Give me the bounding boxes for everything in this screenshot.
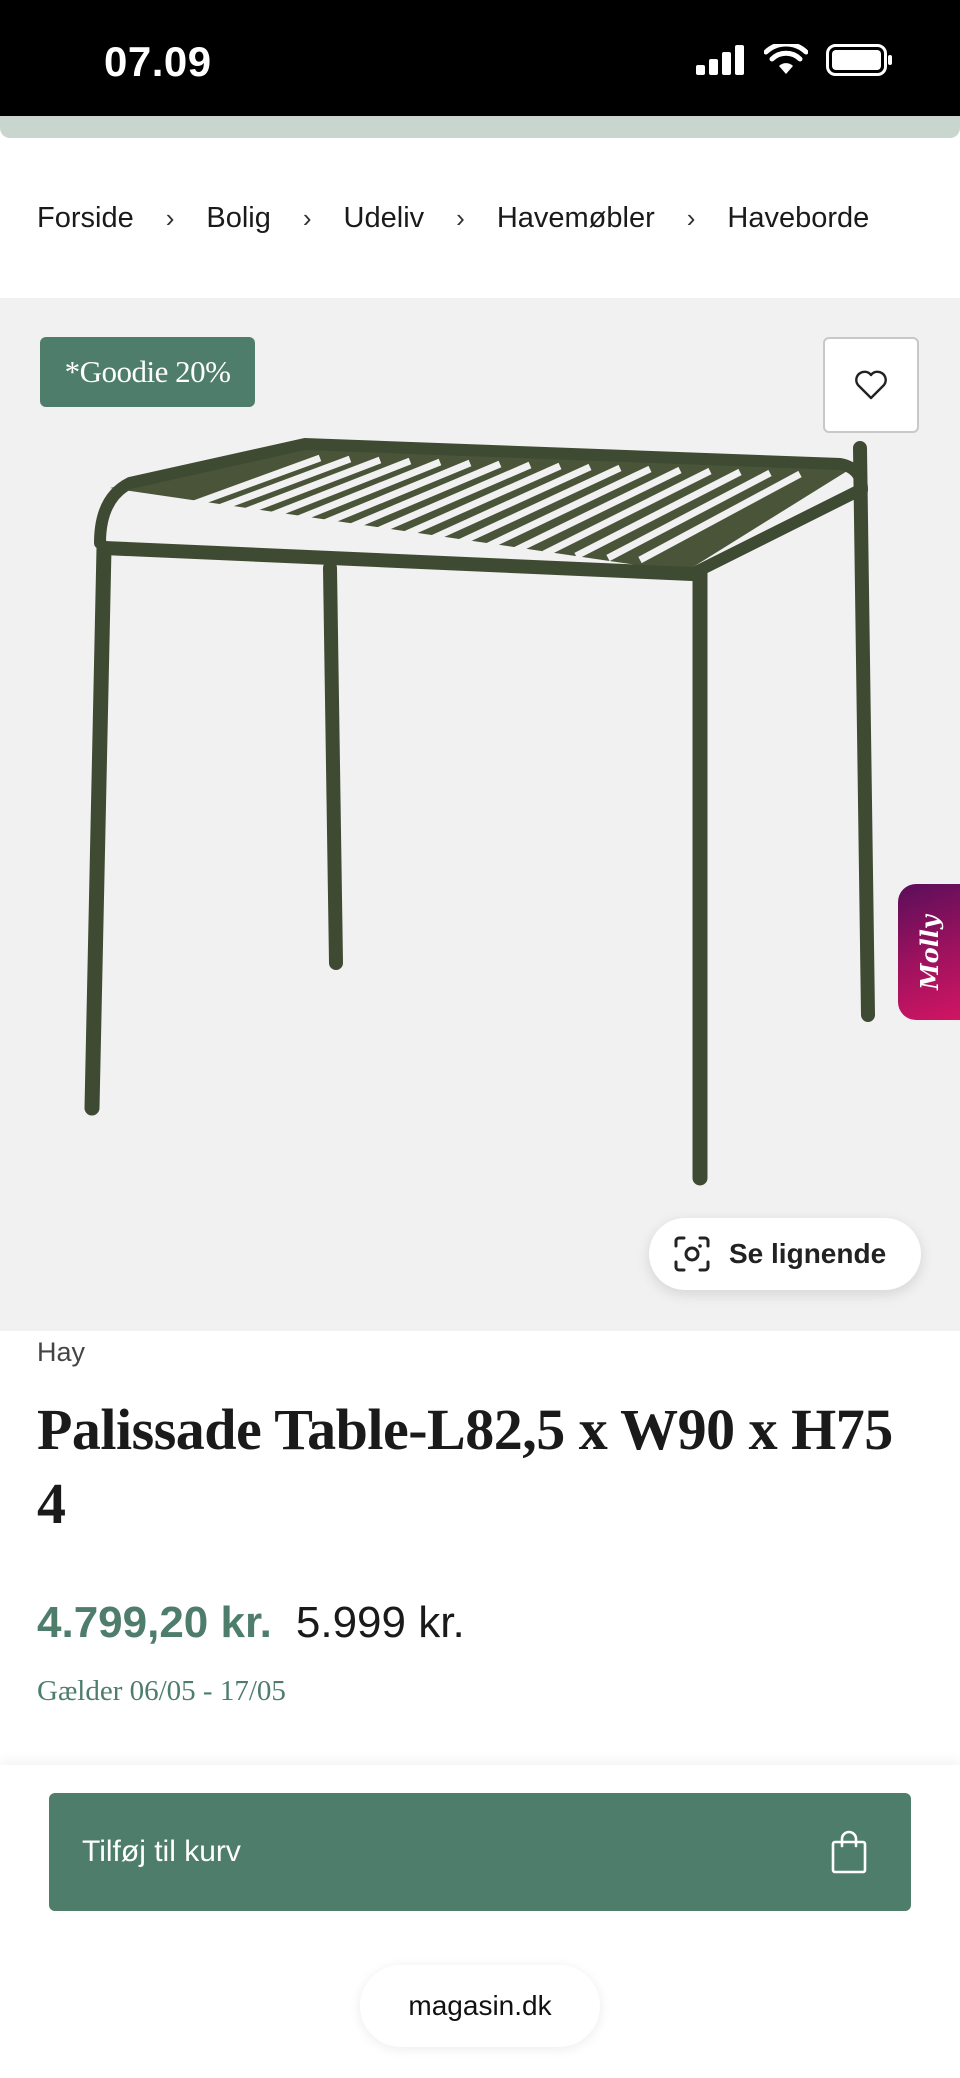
heart-icon [855, 370, 887, 400]
visual-search-icon [674, 1236, 710, 1272]
product-image-gallery[interactable]: *Goodie 20% Molly Se lignende [0, 298, 960, 1331]
bottom-bar: Tilføj til kurv magasin.dk [0, 1765, 960, 2078]
breadcrumb-separator: › [302, 202, 312, 233]
product-image [84, 437, 875, 1186]
breadcrumb-item-havemobler[interactable]: Havemøbler [497, 202, 655, 235]
battery-icon [826, 44, 892, 76]
breadcrumb-item-udeliv[interactable]: Udeliv [344, 202, 425, 235]
add-to-cart-button[interactable]: Tilføj til kurv [49, 1793, 911, 1911]
original-price: 5.999 kr. [295, 1598, 465, 1647]
see-similar-label: Se lignende [729, 1238, 887, 1269]
sale-price: 4.799,20 kr. [37, 1598, 272, 1647]
status-icons [696, 44, 894, 76]
product-brand[interactable]: Hay [37, 1337, 85, 1368]
shopping-bag-icon [831, 1830, 867, 1874]
signal-icon [696, 45, 744, 75]
breadcrumb-separator: › [165, 202, 175, 233]
product-title-line-2: 4 [37, 1471, 66, 1536]
molly-chat-tab[interactable]: Molly [898, 884, 960, 1020]
status-time: 07.09 [104, 38, 212, 85]
breadcrumb: Forside › Bolig › Udeliv › Havemøbler › … [0, 138, 960, 298]
product-title-line-1: Palissade Table-L82,5 x W90 x H75 [37, 1397, 893, 1462]
breadcrumb-item-haveborde[interactable]: Haveborde [727, 202, 869, 235]
breadcrumb-separator: › [686, 202, 696, 233]
wifi-icon [764, 44, 808, 74]
product-title: Palissade Table-L82,5 x W90 x H75 4 [37, 1393, 927, 1541]
breadcrumb-item-bolig[interactable]: Bolig [206, 202, 271, 235]
see-similar-button[interactable]: Se lignende [649, 1218, 921, 1290]
browser-url-bar[interactable]: magasin.dk [360, 1965, 600, 2047]
breadcrumb-separator: › [456, 202, 465, 233]
breadcrumb-item-forside[interactable]: Forside [37, 202, 134, 235]
molly-label: Molly [914, 914, 944, 990]
status-bar: 07.09 [0, 0, 960, 116]
favorite-button[interactable] [823, 337, 919, 433]
header-strip [0, 116, 960, 138]
add-to-cart-label: Tilføj til kurv [82, 1835, 241, 1868]
price-row: 4.799,20 kr. 5.999 kr. [37, 1598, 465, 1648]
offer-validity: Gælder 06/05 - 17/05 [37, 1675, 286, 1707]
goodie-badge: *Goodie 20% [40, 337, 255, 407]
